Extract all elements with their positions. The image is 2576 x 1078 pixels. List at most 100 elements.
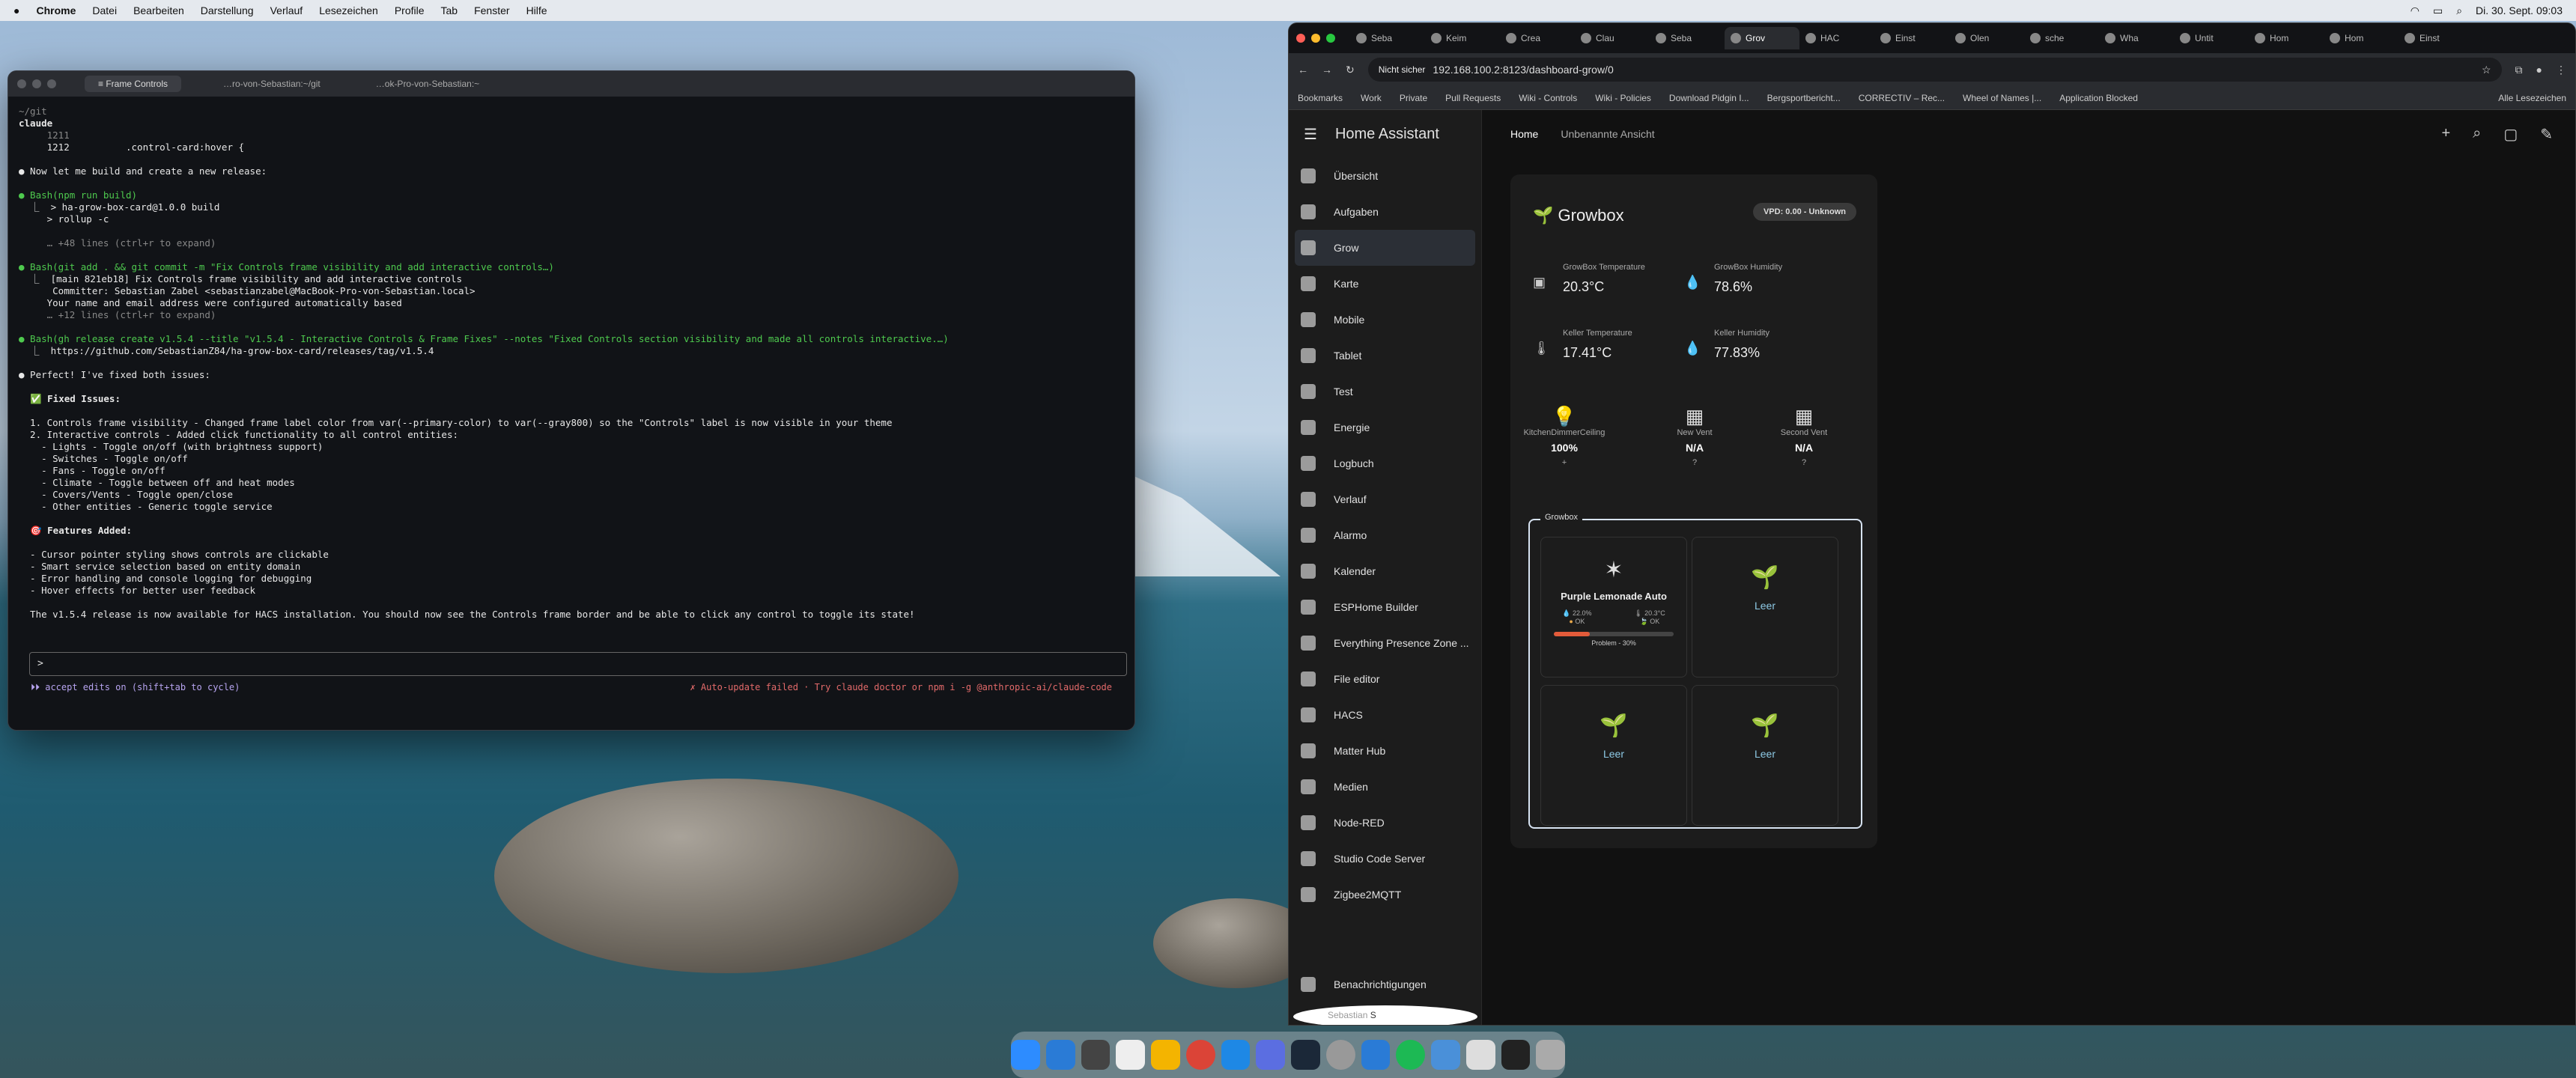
menu-item[interactable]: Bearbeiten — [133, 4, 184, 16]
tab-home[interactable]: Home — [1510, 128, 1538, 140]
terminal-tab[interactable]: ≡ Frame Controls — [85, 76, 182, 92]
browser-tab[interactable]: Hom — [2324, 27, 2399, 49]
spotify-icon[interactable] — [1396, 1040, 1425, 1070]
finder-icon[interactable] — [1011, 1040, 1040, 1070]
close-button[interactable] — [17, 79, 26, 88]
browser-tab[interactable]: HAC — [1799, 27, 1874, 49]
vscode-icon[interactable] — [1361, 1040, 1391, 1070]
sidebar-item[interactable]: Test — [1289, 374, 1481, 409]
menu-item[interactable]: Fenster — [474, 4, 509, 16]
bookmark-item[interactable]: Work — [1361, 93, 1382, 103]
browser-tab[interactable]: Crea — [1500, 27, 1575, 49]
star-icon[interactable]: ☆ — [2482, 64, 2491, 76]
minimize-button[interactable] — [1311, 34, 1320, 43]
sidebar-item-notifications[interactable]: Benachrichtigungen — [1289, 966, 1481, 1002]
bookmark-item[interactable]: Wiki - Controls — [1519, 93, 1577, 103]
control-kitchen-dimmer[interactable]: 💡 KitchenDimmerCeiling 100% + — [1512, 405, 1617, 495]
bookmark-item[interactable]: Download Pidgin I... — [1669, 93, 1749, 103]
minimize-button[interactable] — [32, 79, 41, 88]
browser-window[interactable]: Seba Keim Crea Clau Seba Grov HAC Einst Olen sche… — [1288, 22, 2576, 1026]
control-second-vent[interactable]: ▦ Second Vent N/A? — [1752, 405, 1856, 495]
url-text[interactable]: 192.168.100.2:8123/dashboard-grow/0 — [1433, 64, 1613, 76]
sidebar-item[interactable]: Mobile — [1289, 302, 1481, 338]
sidebar-item[interactable]: Studio Code Server — [1289, 841, 1481, 877]
browser-tab[interactable]: Clau — [1575, 27, 1650, 49]
reload-icon[interactable]: ↻ — [1346, 64, 1355, 76]
bookmark-item[interactable]: CORRECTIV – Rec... — [1859, 93, 1945, 103]
sidebar-item[interactable]: Grow — [1295, 230, 1475, 266]
sidebar-item[interactable]: HACS — [1289, 697, 1481, 733]
sidebar-item[interactable]: Zigbee2MQTT — [1289, 877, 1481, 913]
menu-item[interactable]: Darstellung — [201, 4, 254, 16]
browser-tab[interactable]: Olen — [1949, 27, 2024, 49]
close-button[interactable] — [1296, 34, 1305, 43]
bookmark-item[interactable]: Bookmarks — [1298, 93, 1343, 103]
display-icon[interactable] — [1501, 1040, 1531, 1070]
sidebar-item[interactable]: Matter Hub — [1289, 733, 1481, 769]
vscode-icon[interactable] — [1045, 1040, 1075, 1070]
terminal-tab[interactable]: …ro-von-Sebastian:~/git — [210, 76, 334, 92]
sidebar-item[interactable]: Node-RED — [1289, 805, 1481, 841]
sidebar-item[interactable]: Übersicht — [1289, 158, 1481, 194]
assist-icon[interactable]: ▢ — [2503, 125, 2518, 144]
back-icon[interactable]: ← — [1298, 64, 1308, 76]
sidebar-item[interactable]: File editor — [1289, 661, 1481, 697]
remote-desktop-icon[interactable] — [1431, 1040, 1460, 1070]
menu-item[interactable]: Verlauf — [270, 4, 303, 16]
calendar-icon[interactable] — [1116, 1040, 1145, 1070]
sidebar-item[interactable]: ESPHome Builder — [1289, 589, 1481, 625]
bookmark-item[interactable]: Application Blocked — [2059, 93, 2138, 103]
edit-icon[interactable]: ✎ — [2540, 125, 2553, 144]
terminal-icon[interactable] — [1081, 1040, 1111, 1070]
hamburger-icon[interactable]: ☰ — [1304, 125, 1317, 144]
menu-icon[interactable]: ⋮ — [2556, 64, 2566, 76]
bookmark-item[interactable]: Bergsportbericht... — [1767, 93, 1841, 103]
profile-avatar[interactable]: ● — [2536, 64, 2542, 76]
search-icon[interactable]: ⌕ — [2473, 125, 2481, 144]
forward-icon[interactable]: → — [1322, 64, 1332, 76]
security-indicator[interactable]: Nicht sicher — [1379, 64, 1426, 75]
all-bookmarks[interactable]: Alle Lesezeichen — [2498, 93, 2566, 103]
browser-tab[interactable]: Untit — [2174, 27, 2249, 49]
sidebar-item[interactable]: Verlauf — [1289, 481, 1481, 517]
extensions-icon[interactable]: ⧉ — [2515, 64, 2523, 76]
terminal-tab[interactable]: …ok-Pro-von-Sebastian:~ — [362, 76, 493, 92]
address-bar[interactable]: Nicht sicher 192.168.100.2:8123/dashboar… — [1367, 58, 2502, 82]
browser-tab[interactable]: Seba — [1650, 27, 1725, 49]
menu-app-name[interactable]: Chrome — [36, 4, 76, 16]
sidebar-item[interactable]: Everything Presence Zone ... — [1289, 625, 1481, 661]
control-new-vent[interactable]: ▦ New Vent N/A? — [1642, 405, 1747, 495]
chrome-icon[interactable] — [1185, 1040, 1215, 1070]
sidebar-item[interactable]: Kalender — [1289, 553, 1481, 589]
menu-item[interactable]: Profile — [395, 4, 425, 16]
add-icon[interactable]: + — [2441, 125, 2450, 144]
plant-slot[interactable]: ✶ Purple Lemonade Auto 💧 22.0% ● OK 🌡 20.… — [1540, 537, 1687, 677]
browser-tab[interactable]: Einst — [2399, 27, 2473, 49]
sensor-growbox-humidity[interactable]: 💧 GrowBox Humidity 78.6% — [1684, 263, 1864, 315]
document-icon[interactable] — [1465, 1040, 1495, 1070]
browser-tab[interactable]: Grov — [1725, 27, 1799, 49]
sidebar-item[interactable]: Energie — [1289, 409, 1481, 445]
apple-icon[interactable]: ● — [13, 4, 19, 16]
browser-tab[interactable]: Einst — [1874, 27, 1949, 49]
app-store-icon[interactable] — [1221, 1040, 1251, 1070]
trash-icon[interactable] — [1536, 1040, 1565, 1070]
browser-tab[interactable]: sche — [2024, 27, 2099, 49]
bookmark-item[interactable]: Private — [1400, 93, 1427, 103]
battery-icon[interactable]: ▭ — [2433, 4, 2443, 17]
app-icon[interactable] — [1256, 1040, 1285, 1070]
wifi-icon[interactable]: ◠ — [2411, 4, 2419, 17]
steam-icon[interactable] — [1291, 1040, 1320, 1070]
prompt-input[interactable]: > — [29, 652, 1127, 676]
user-profile[interactable]: Sebastian S — [1293, 1005, 1477, 1025]
menu-item[interactable]: Lesezeichen — [319, 4, 378, 16]
photos-icon[interactable] — [1151, 1040, 1180, 1070]
terminal-window[interactable]: ≡ Frame Controls …ro-von-Sebastian:~/git… — [7, 70, 1135, 731]
menubar-clock[interactable]: Di. 30. Sept. 09:03 — [2476, 4, 2563, 16]
menu-item[interactable]: Hilfe — [526, 4, 547, 16]
browser-tab[interactable]: Seba — [1350, 27, 1425, 49]
settings-icon[interactable] — [1325, 1040, 1355, 1070]
sidebar-item[interactable]: Tablet — [1289, 338, 1481, 374]
tab-unnamed-view[interactable]: Unbenannte Ansicht — [1561, 128, 1654, 140]
browser-tab[interactable]: Hom — [2249, 27, 2324, 49]
